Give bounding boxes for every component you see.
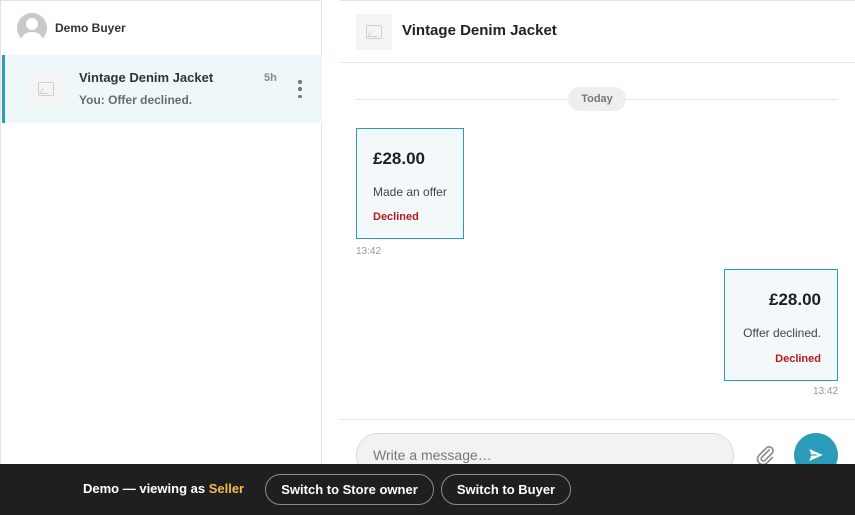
chat-title: Vintage Denim Jacket — [402, 22, 557, 39]
sidebar-user-name: Demo Buyer — [55, 21, 126, 35]
day-divider: Today — [356, 87, 838, 111]
send-icon — [809, 449, 823, 461]
listing-thumbnail — [356, 14, 392, 50]
conversation-item[interactable]: Vintage Denim Jacket You: Offer declined… — [2, 55, 322, 123]
day-label: Today — [568, 87, 626, 111]
switch-to-buyer-button[interactable]: Switch to Buyer — [441, 474, 571, 505]
message-time: 13:42 — [356, 246, 382, 257]
offer-status-badge: Declined — [775, 353, 821, 365]
demo-role-bar: Demo — viewing as Seller Switch to Store… — [0, 464, 855, 515]
message-composer: Write a message… — [340, 419, 855, 477]
listing-thumbnail — [27, 70, 65, 108]
sidebar-header: Demo Buyer — [1, 1, 321, 55]
more-options-icon[interactable] — [295, 80, 305, 98]
offer-status-badge: Declined — [373, 211, 419, 223]
offer-price: £28.00 — [769, 290, 821, 309]
conversation-title: Vintage Denim Jacket — [79, 70, 214, 85]
message-time: 13:42 — [813, 386, 839, 397]
image-placeholder-icon — [38, 82, 54, 96]
chat-panel: Vintage Denim Jacket Today £28.00 Made a… — [340, 0, 855, 477]
offer-message-received: £28.00 Made an offer Declined — [356, 128, 464, 239]
conversation-sidebar: Demo Buyer Vintage Denim Jacket You: Off… — [0, 0, 322, 464]
demo-current-role: Seller — [208, 481, 245, 496]
demo-role-text: Demo — viewing as Seller — [83, 481, 244, 496]
user-avatar-icon — [17, 13, 47, 43]
switch-to-store-owner-button[interactable]: Switch to Store owner — [265, 474, 434, 505]
image-placeholder-icon — [366, 25, 382, 39]
demo-role-prefix: Demo — viewing as — [83, 481, 209, 496]
conversation-preview: You: Offer declined. — [79, 93, 193, 107]
offer-price: £28.00 — [373, 149, 425, 168]
messaging-app: Demo Buyer Vintage Denim Jacket You: Off… — [0, 0, 855, 477]
offer-text: Made an offer — [373, 185, 447, 199]
offer-message-sent: £28.00 Offer declined. Declined — [724, 269, 838, 381]
paperclip-icon[interactable] — [754, 444, 776, 466]
offer-text: Offer declined. — [743, 326, 821, 340]
conversation-time: 5h — [264, 72, 277, 84]
chat-header: Vintage Denim Jacket — [340, 1, 855, 63]
